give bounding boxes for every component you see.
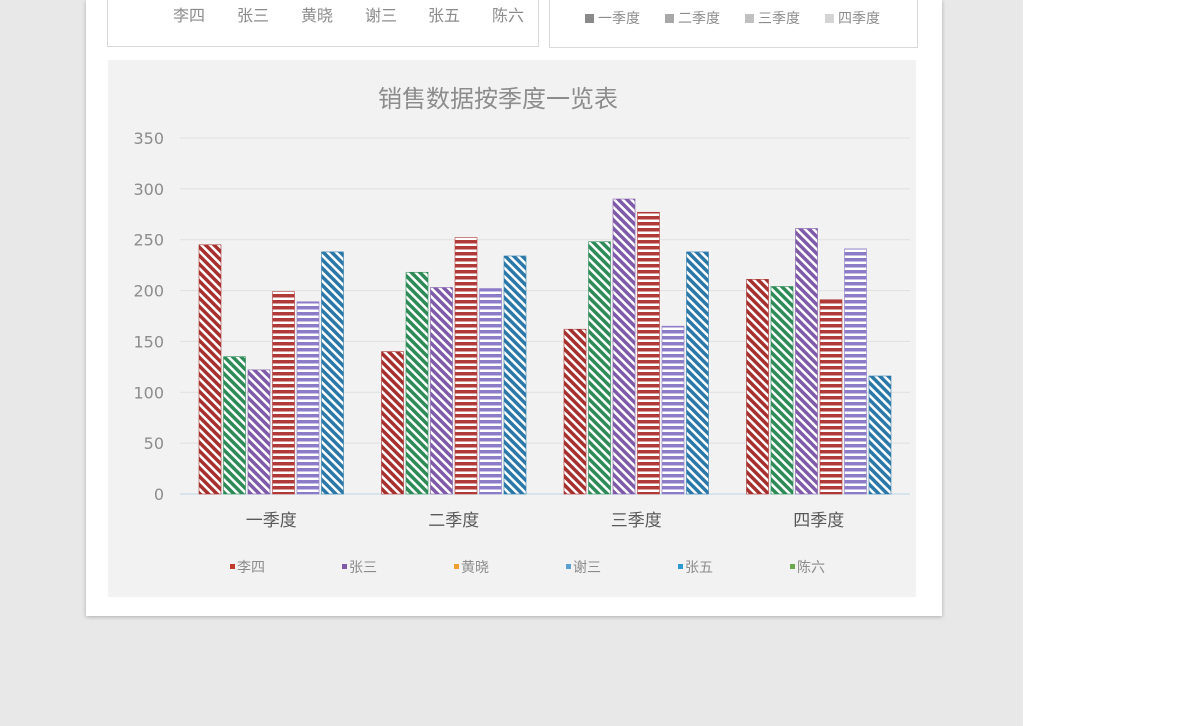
y-tick-label: 0	[154, 485, 164, 504]
legend-marker	[790, 564, 795, 569]
bar-陈六-三季度	[686, 251, 709, 495]
top-left-xtick: 张三	[237, 6, 269, 25]
x-category-label: 四季度	[793, 511, 844, 531]
legend-swatch	[585, 14, 594, 23]
y-tick-label: 50	[144, 434, 164, 453]
bar-黄晓-二季度	[430, 287, 453, 495]
bar-张五-三季度	[661, 325, 685, 495]
bar-谢三-一季度	[272, 291, 295, 495]
bar-李四-三季度	[563, 328, 587, 495]
legend-swatch	[745, 14, 754, 23]
sales-chart-card: 销售数据按季度一览表 0 50 100 150 200 250 300 350 一季度 二季度 三…	[108, 60, 916, 597]
y-tick-label: 350	[133, 129, 164, 148]
top-left-xtick: 黄晓	[301, 6, 333, 25]
top-left-xtick: 陈六	[492, 6, 524, 25]
bar-黄晓-四季度	[795, 228, 818, 495]
legend-label: 张五	[685, 560, 713, 576]
bar-张三-四季度	[770, 286, 794, 495]
legend-label: 三季度	[758, 11, 800, 27]
sales-bar-chart: 销售数据按季度一览表 0 50 100 150 200 250 300 350 一季度 二季度 三…	[133, 85, 910, 576]
top-left-chart-card: 0% 李四 张三 黄晓 谢三 张五 陈六	[107, 0, 539, 47]
legend-label: 陈六	[797, 559, 825, 576]
legend-label: 一季度	[598, 11, 640, 27]
bar-李四-四季度	[746, 279, 769, 495]
bar-张三-二季度	[405, 271, 429, 495]
legend-label: 四季度	[838, 11, 880, 27]
top-right-chart-card: 一季度 二季度 三季度 四季度	[549, 0, 918, 48]
bar-张五-四季度	[844, 248, 867, 495]
legend-marker	[454, 564, 459, 569]
x-category-label: 三季度	[611, 511, 662, 531]
x-category-label: 二季度	[428, 511, 479, 531]
x-category-label: 一季度	[246, 511, 297, 531]
document-page: 0% 李四 张三 黄晓 谢三 张五 陈六 一季度 二季度 三季度 四季度 销售数…	[86, 0, 942, 616]
top-left-xtick: 张五	[428, 6, 460, 25]
legend-label: 黄晓	[461, 559, 489, 576]
bar-陈六-一季度	[321, 251, 344, 495]
bar-张五-一季度	[296, 301, 320, 495]
bar-黄晓-三季度	[612, 198, 636, 495]
bar-李四-一季度	[198, 244, 222, 495]
y-tick-label: 300	[133, 180, 164, 199]
y-tick-label: 100	[133, 383, 164, 402]
top-left-xtick: 谢三	[365, 6, 397, 25]
legend-marker	[566, 564, 571, 569]
y-tick-label: 200	[133, 282, 164, 301]
legend-marker	[230, 564, 235, 569]
bar-谢三-三季度	[637, 211, 660, 495]
bar-张三-一季度	[223, 356, 246, 495]
legend-label: 二季度	[678, 11, 720, 27]
legend-marker	[678, 564, 683, 569]
right-blank-pane	[1023, 0, 1200, 726]
top-left-ytick: 0%	[120, 0, 145, 4]
legend-label: 张三	[349, 560, 377, 576]
y-tick-label: 150	[133, 332, 164, 351]
chart-title: 销售数据按季度一览表	[378, 85, 618, 113]
top-left-xtick: 李四	[173, 6, 205, 25]
legend-label: 谢三	[573, 560, 601, 576]
legend-swatch	[825, 14, 834, 23]
y-tick-label: 250	[133, 231, 164, 250]
bar-张三-三季度	[588, 241, 611, 495]
legend-label: 李四	[237, 560, 265, 576]
legend-swatch	[665, 14, 674, 23]
bar-李四-二季度	[381, 351, 404, 495]
top-right-legend: 一季度 二季度 三季度 四季度	[585, 11, 880, 27]
legend-marker	[342, 564, 347, 569]
bar-陈六-四季度	[868, 375, 892, 495]
bar-谢三-四季度	[819, 299, 843, 495]
top-left-chart: 0% 李四 张三 黄晓 谢三 张五 陈六	[120, 0, 524, 25]
bar-张五-二季度	[479, 288, 502, 495]
bar-黄晓-一季度	[247, 369, 271, 495]
bar-谢三-二季度	[454, 237, 478, 495]
bar-陈六-二季度	[503, 255, 527, 495]
